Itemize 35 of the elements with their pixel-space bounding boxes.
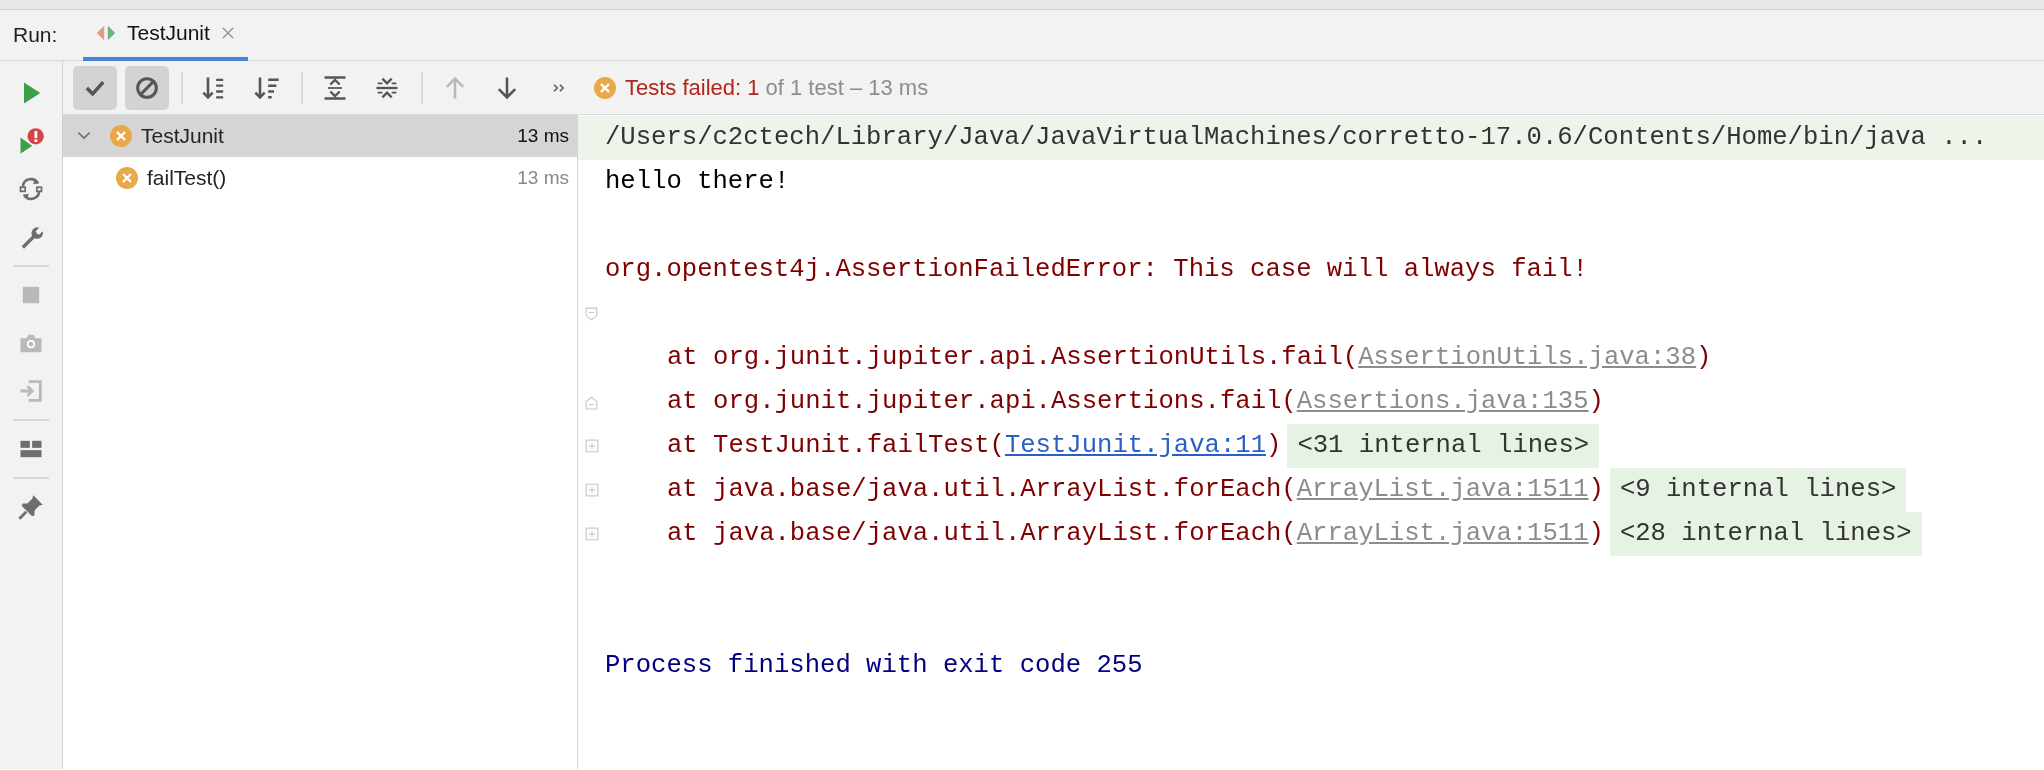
- source-link[interactable]: TestJunit.java:11: [1004, 430, 1266, 460]
- failed-icon: [115, 166, 139, 190]
- output-line: hello there!: [605, 165, 790, 198]
- close-icon: [219, 25, 236, 41]
- failed-icon: [109, 124, 133, 148]
- folded-lines[interactable]: <31 internal lines>: [1287, 424, 1600, 468]
- stack-frame: at java.base/java.util.ArrayList.forEach(ArrayList.java:1511): [605, 514, 1604, 554]
- stack-frame: at java.base/java.util.ArrayList.forEach(ArrayList.java:1511): [605, 470, 1604, 510]
- fold-end-icon: [583, 394, 600, 410]
- test-duration: 13 ms: [517, 165, 569, 190]
- show-passed-button[interactable]: [73, 65, 117, 110]
- status-summary: of 1 test – 13 ms: [765, 74, 929, 102]
- show-ignored-button[interactable]: [125, 65, 169, 110]
- expand-fold-icon: [583, 482, 600, 498]
- tree-row[interactable]: failTest() 13 ms: [63, 157, 577, 199]
- expand-fold-icon: [583, 438, 600, 454]
- run-label: Run:: [12, 22, 59, 49]
- test-duration: 13 ms: [517, 123, 569, 148]
- fold-start-icon: [583, 306, 600, 322]
- tree-row[interactable]: TestJunit 13 ms: [63, 115, 577, 157]
- stack-frame: at org.junit.jupiter.api.Assertions.fail(Assertions.java:135): [605, 382, 1604, 422]
- expand-fold-icon: [583, 526, 600, 542]
- error-message: org.opentest4j.AssertionFailedError: This case will always fail!: [605, 253, 1588, 286]
- refresh-icon: [17, 175, 45, 203]
- test-name: failTest(): [147, 165, 227, 192]
- status-text: Tests failed: 1: [625, 74, 760, 102]
- pin-icon: [17, 493, 45, 521]
- folded-lines[interactable]: <9 internal lines>: [1609, 468, 1907, 512]
- folded-lines[interactable]: <28 internal lines>: [1609, 512, 1922, 556]
- stack-frame: at org.junit.jupiter.api.AssertionUtils.fail(AssertionUtils.java:38): [605, 338, 1712, 378]
- command-line: /Users/c2ctech/Library/Java/JavaVirtualMachines/corretto-17.0.6/Contents/Home/bin/java ...: [605, 121, 1988, 154]
- stack-frame: at TestJunit.failTest(TestJunit.java:11): [605, 426, 1282, 466]
- test-name: TestJunit: [141, 123, 224, 150]
- failed-icon: [593, 75, 617, 100]
- exit-message: Process finished with exit code 255: [605, 649, 1143, 682]
